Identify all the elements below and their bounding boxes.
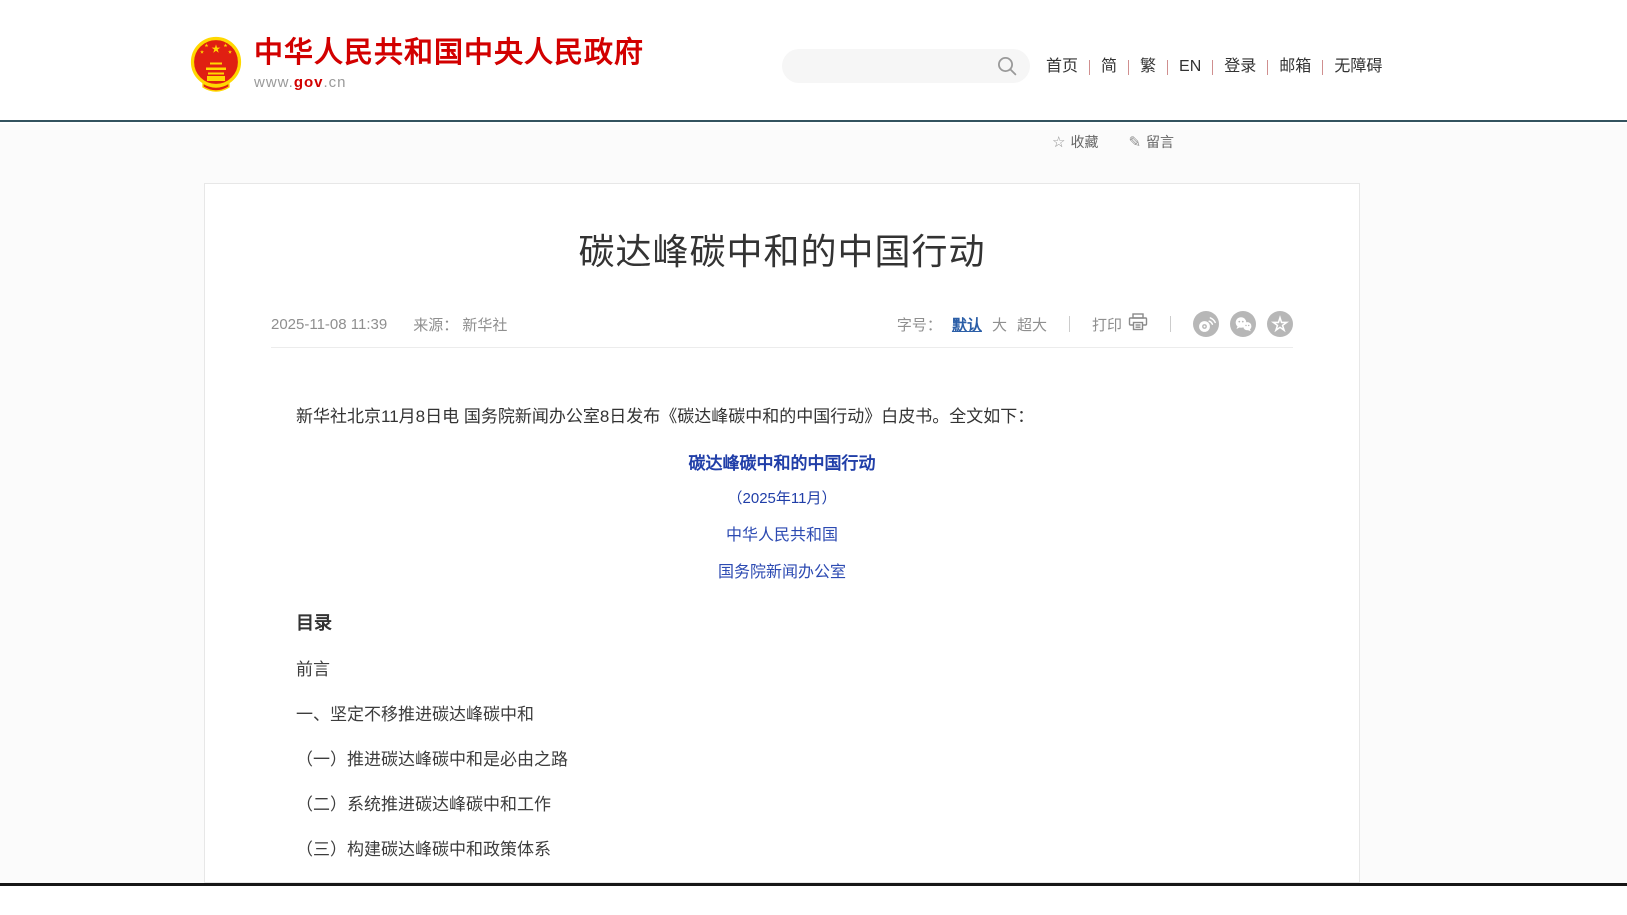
- toc-item-1-3: （三）构建碳达峰碳中和政策体系: [296, 840, 1268, 860]
- nav-english[interactable]: EN: [1179, 54, 1201, 80]
- font-size-xlarge-button[interactable]: 超大: [1017, 314, 1047, 335]
- font-size-large-button[interactable]: 大: [992, 314, 1007, 335]
- meta-divider: [1170, 316, 1171, 332]
- star-share-button[interactable]: [1267, 311, 1293, 337]
- article-lead-paragraph: 新华社北京11月8日电 国务院新闻办公室8日发布《碳达峰碳中和的中国行动》白皮书…: [296, 406, 1268, 428]
- printer-icon: [1128, 313, 1148, 335]
- favorite-button[interactable]: ☆ 收藏: [1052, 132, 1098, 152]
- page: 中华人民共和国中央人民政府 www.gov.cn 首页 简 繁 EN 登录: [0, 0, 1627, 915]
- whitepaper-title: 碳达峰碳中和的中国行动: [296, 449, 1268, 474]
- wechat-share-button[interactable]: [1230, 311, 1256, 337]
- site-url-prefix: www.: [254, 74, 294, 91]
- toc-item-1-1: （一）推进碳达峰碳中和是必由之路: [296, 750, 1268, 770]
- top-nav: 首页 简 繁 EN 登录 邮箱 无障碍: [1046, 54, 1382, 80]
- article-meta-right: 字号： 默认 大 超大 打印: [897, 311, 1293, 337]
- nav-divider: [1089, 60, 1090, 75]
- nav-divider: [1267, 60, 1268, 75]
- search-input[interactable]: [782, 49, 997, 83]
- site-url-suffix: .cn: [324, 74, 347, 91]
- message-label: 留言: [1146, 132, 1174, 152]
- nav-accessibility[interactable]: 无障碍: [1334, 54, 1382, 80]
- article-source: 来源： 新华社: [413, 314, 507, 335]
- nav-login[interactable]: 登录: [1224, 54, 1256, 80]
- nav-simplified[interactable]: 简: [1101, 54, 1117, 80]
- article-meta-left: 2025-11-08 11:39 来源： 新华社: [271, 314, 507, 335]
- nav-divider: [1167, 60, 1168, 75]
- article-container: 碳达峰碳中和的中国行动 2025-11-08 11:39 来源： 新华社 字号：…: [204, 183, 1360, 883]
- toc-item-1-2: （二）系统推进碳达峰碳中和工作: [296, 795, 1268, 815]
- toc-heading: 目录: [296, 609, 1268, 635]
- toc-item-preface: 前言: [296, 660, 1268, 680]
- font-size-default-button[interactable]: 默认: [952, 314, 982, 335]
- search-icon[interactable]: [997, 56, 1018, 77]
- toc-item-1: 一、坚定不移推进碳达峰碳中和: [296, 705, 1268, 725]
- national-emblem-icon: [190, 36, 242, 99]
- nav-divider: [1128, 60, 1129, 75]
- site-title: 中华人民共和国中央人民政府: [254, 36, 644, 70]
- weibo-icon: [1194, 312, 1218, 336]
- wechat-icon: [1231, 312, 1255, 336]
- whitepaper-org-line1: 中华人民共和国: [296, 521, 1268, 545]
- meta-divider: [1069, 316, 1070, 332]
- nav-traditional[interactable]: 繁: [1140, 54, 1156, 80]
- favorite-label: 收藏: [1070, 132, 1098, 152]
- site-url: www.gov.cn: [254, 74, 644, 91]
- nav-mail[interactable]: 邮箱: [1279, 54, 1311, 80]
- site-url-main: gov: [294, 74, 324, 91]
- bottom-edge-line: [0, 883, 1627, 886]
- site-logo[interactable]: 中华人民共和国中央人民政府 www.gov.cn: [190, 36, 644, 99]
- nav-divider: [1322, 60, 1323, 75]
- font-size-label: 字号：: [897, 314, 942, 335]
- share-icons: [1193, 311, 1293, 337]
- whitepaper-date: （2025年11月）: [296, 487, 1268, 508]
- article-body: 新华社北京11月8日电 国务院新闻办公室8日发布《碳达峰碳中和的中国行动》白皮书…: [205, 406, 1359, 883]
- print-label: 打印: [1092, 314, 1122, 335]
- star-outline-icon: ☆: [1052, 133, 1065, 151]
- weibo-share-button[interactable]: [1193, 311, 1219, 337]
- print-button[interactable]: 打印: [1092, 313, 1148, 335]
- quick-actions: ☆ 收藏 ✎ 留言: [1052, 132, 1174, 152]
- whitepaper-org-line2: 国务院新闻办公室: [296, 558, 1268, 582]
- article-meta-bar: 2025-11-08 11:39 来源： 新华社 字号： 默认 大 超大 打印: [271, 311, 1293, 348]
- article-date: 2025-11-08 11:39: [271, 316, 387, 333]
- nav-divider: [1212, 60, 1213, 75]
- pencil-icon: ✎: [1128, 133, 1141, 151]
- star-icon: [1268, 312, 1292, 336]
- message-button[interactable]: ✎ 留言: [1128, 132, 1174, 152]
- nav-home[interactable]: 首页: [1046, 54, 1078, 80]
- bottom-area: [0, 886, 1627, 915]
- site-identity: 中华人民共和国中央人民政府 www.gov.cn: [254, 36, 644, 91]
- site-header: 中华人民共和国中央人民政府 www.gov.cn 首页 简 繁 EN 登录: [0, 0, 1627, 122]
- search-box: [782, 49, 1030, 83]
- article-title: 碳达峰碳中和的中国行动: [205, 223, 1359, 275]
